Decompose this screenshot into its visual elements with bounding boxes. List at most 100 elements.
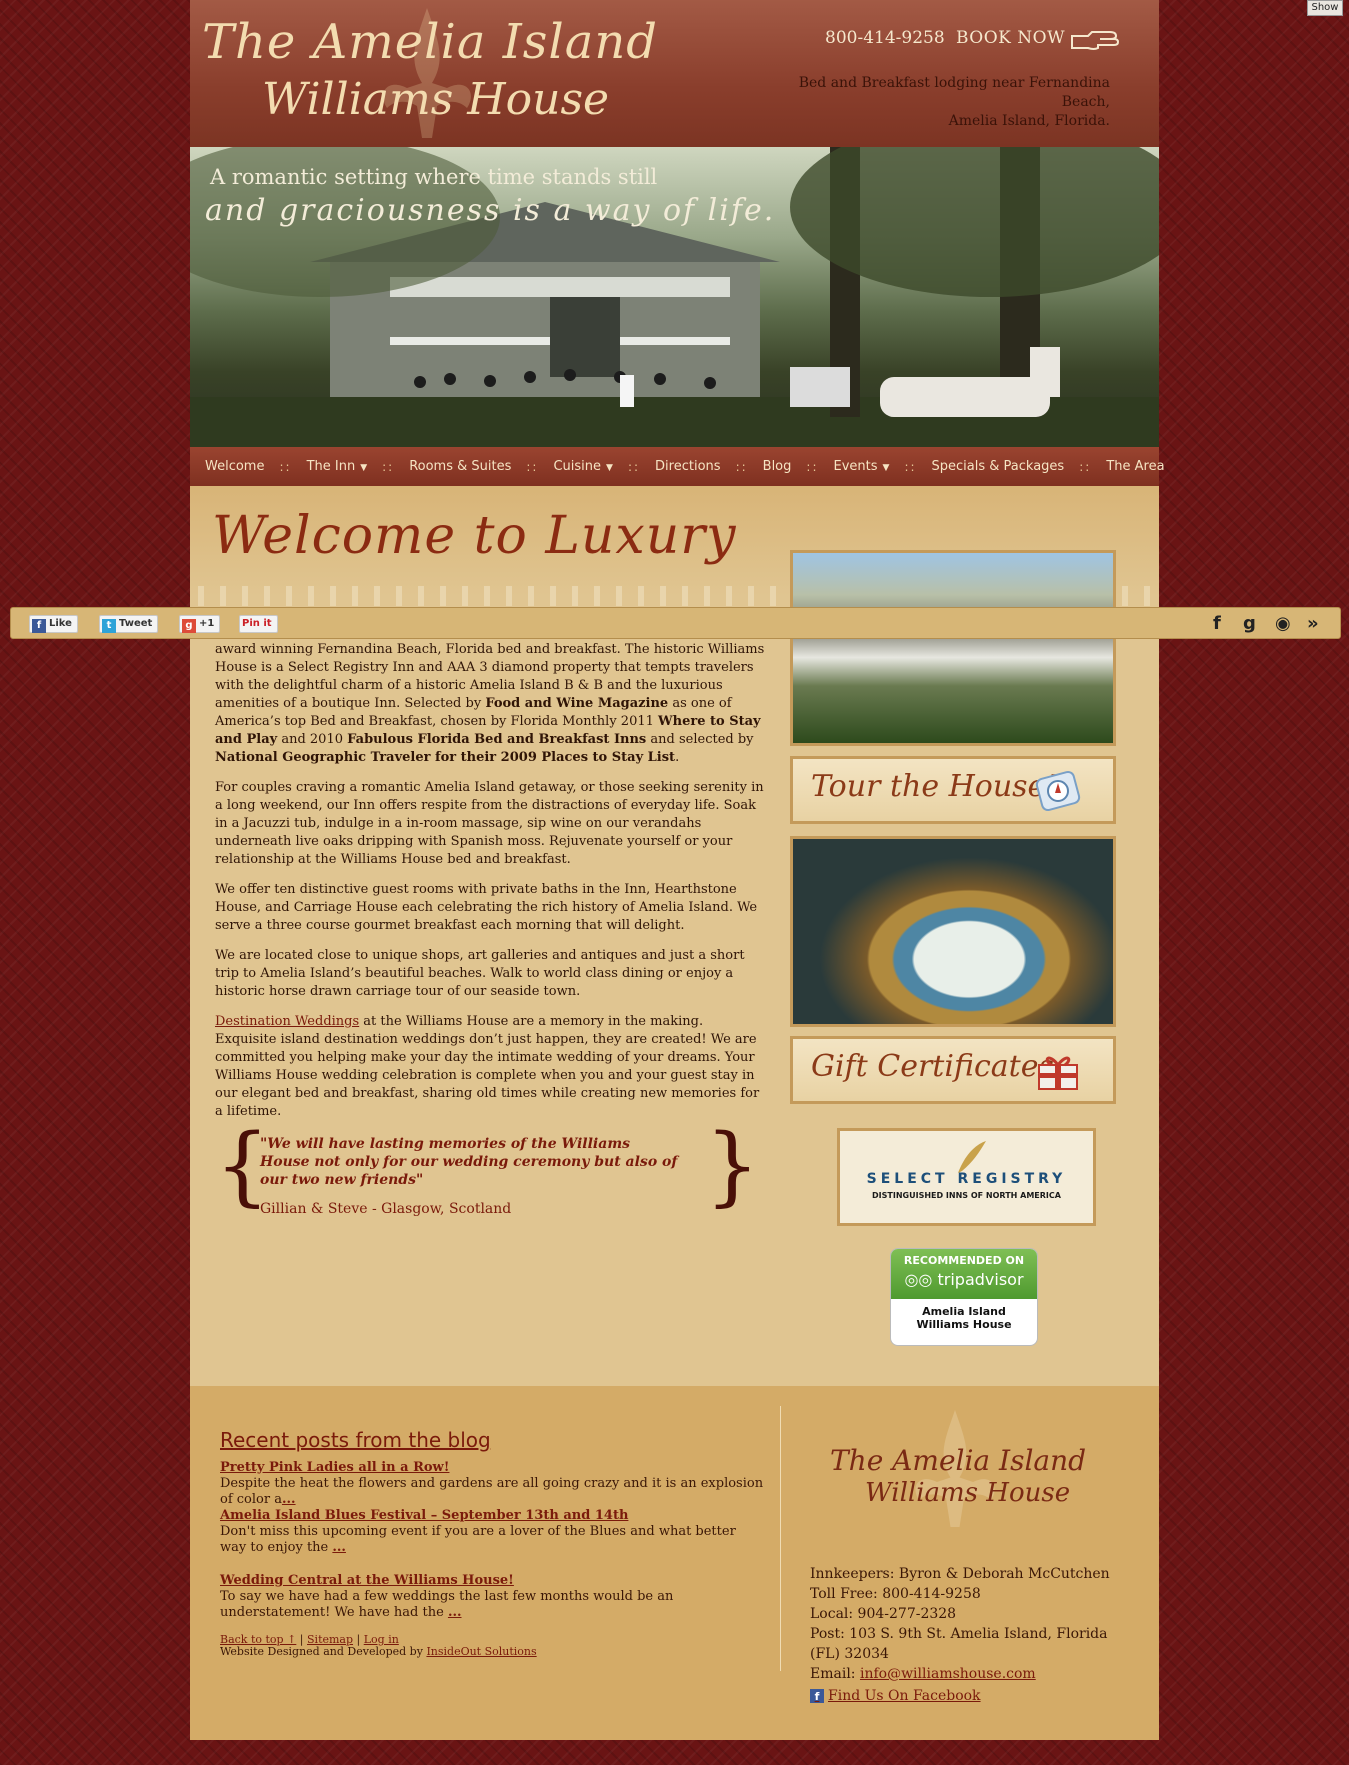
rooms-paragraph: We offer ten distinctive guest rooms wit… [215, 882, 758, 933]
dropdown-caret-icon: ▼ [882, 463, 890, 473]
nav-cuisine[interactable]: Cuisine ▼ [538, 459, 627, 474]
designer-link[interactable]: InsideOut Solutions [426, 1645, 536, 1658]
property-line-1: Amelia Island [922, 1305, 1006, 1318]
blog-post: Amelia Island Blues Festival – September… [220, 1508, 765, 1556]
logo-line-1: The Amelia Island [202, 14, 658, 70]
footer-divider [780, 1406, 781, 1671]
tripadvisor-property: Amelia Island Williams House [891, 1299, 1037, 1331]
excerpt-text: To say we have had a few weddings the la… [220, 1589, 674, 1620]
breakfast-photo[interactable] [790, 836, 1116, 1027]
recommended-label: RECOMMENDED ON [903, 1254, 1025, 1267]
main-nav: Welcome :: The Inn ▼ :: Rooms & Suites ::… [190, 447, 1165, 486]
footer-logo-line-1: The Amelia Island [830, 1444, 1087, 1477]
excerpt-text: Despite the heat the flowers and gardens… [220, 1476, 764, 1507]
more-arrows-icon[interactable]: » [1307, 613, 1319, 634]
google-plus-one-button[interactable]: g +1 [179, 615, 221, 633]
site-logo[interactable]: The Amelia Island Williams House [202, 8, 662, 138]
blog-post-title-link[interactable]: Amelia Island Blues Festival – September… [220, 1508, 765, 1524]
blog-post-title-link[interactable]: Pretty Pink Ladies all in a Row! [220, 1460, 765, 1476]
site-footer: Recent posts from the blog Pretty Pink L… [190, 1386, 1159, 1740]
weddings-text: at the Williams House are a memory in th… [215, 1014, 760, 1119]
nav-directions[interactable]: Directions [640, 459, 736, 474]
rss-icon[interactable]: ◉ [1275, 613, 1291, 634]
intro-paragraph: award winning Fernandina Beach, Florida … [215, 641, 765, 767]
page-title: Welcome to Luxury [212, 506, 737, 566]
social-share-bar: f Like t Tweet g +1 Pin it f g ◉ » [10, 607, 1341, 639]
blog-post: Wedding Central at the Williams House! T… [220, 1573, 765, 1621]
read-more-link[interactable]: ... [282, 1492, 296, 1507]
tagline-line-1: Bed and Breakfast lodging near Fernandin… [798, 75, 1110, 110]
weddings-paragraph: Destination Weddings at the Williams Hou… [215, 1013, 765, 1121]
inn-photo[interactable] [790, 550, 1116, 746]
testimonial-quote: "We will have lasting memories of the Wi… [260, 1136, 678, 1188]
blog-post-excerpt: Despite the heat the flowers and gardens… [220, 1476, 765, 1508]
plus-one-label: +1 [199, 618, 215, 629]
tripadvisor-header: RECOMMENDED ON ◎◎ tripadvisor [891, 1249, 1037, 1299]
facebook-icon: f [32, 619, 46, 633]
innkeepers: Innkeepers: Byron & Deborah McCutchen [810, 1566, 1110, 1582]
facebook-like-button[interactable]: f Like [29, 615, 78, 633]
nav-separator: :: [806, 459, 819, 474]
dropdown-caret-icon: ▼ [606, 463, 613, 473]
excerpt-text: Don't miss this upcoming event if you ar… [220, 1524, 736, 1555]
site-header: The Amelia Island Williams House 800-414… [190, 0, 1159, 147]
email-link[interactable]: info@williamshouse.com [860, 1666, 1036, 1682]
nav-cuisine-label: Cuisine [553, 459, 602, 474]
nav-blog[interactable]: Blog [748, 459, 807, 474]
google-plus-follow-icon[interactable]: g [1243, 613, 1256, 634]
nav-the-inn-label: The Inn [306, 459, 356, 474]
footer-logo-line-2: Williams House [865, 1478, 1071, 1508]
location-paragraph: We are located close to unique shops, ar… [215, 948, 745, 999]
facebook-follow-icon[interactable]: f [1213, 613, 1221, 634]
intro-text: and selected by [646, 732, 754, 747]
select-registry-badge[interactable]: SELECT REGISTRY DISTINGUISHED INNS OF NO… [837, 1128, 1096, 1226]
tripadvisor-logo: ◎◎ tripadvisor [891, 1270, 1037, 1289]
blog-post-title-link[interactable]: Wedding Central at the Williams House! [220, 1573, 765, 1589]
recent-posts-heading[interactable]: Recent posts from the blog [220, 1428, 491, 1452]
pointing-hand-icon[interactable] [1070, 28, 1120, 52]
read-more-link[interactable]: ... [448, 1605, 462, 1620]
header-phone[interactable]: 800-414-9258 [825, 28, 945, 48]
facebook-link[interactable]: f Find Us On Facebook [810, 1688, 981, 1704]
nav-separator: :: [627, 459, 641, 474]
tour-the-house-button[interactable]: Tour the House! [790, 756, 1116, 824]
email-row: Email: info@williamshouse.com [810, 1664, 1110, 1684]
book-now-button[interactable]: BOOK NOW [956, 28, 1065, 48]
destination-weddings-link[interactable]: Destination Weddings [215, 1014, 359, 1029]
nav-specials-packages[interactable]: Specials & Packages [917, 459, 1080, 474]
intro-text: and 2010 [277, 732, 348, 747]
nav-the-area[interactable]: The Area [1091, 459, 1179, 474]
select-registry-subtitle: DISTINGUISHED INNS OF NORTH AMERICA [872, 1191, 1061, 1200]
hero-house-scene [190, 147, 1159, 447]
nav-welcome[interactable]: Welcome [190, 459, 279, 474]
email-label: Email: [810, 1666, 860, 1682]
testimonial: { } "We will have lasting memories of th… [215, 1121, 760, 1224]
hero-banner: A romantic setting where time stands sti… [190, 147, 1159, 447]
nav-events[interactable]: Events ▼ [819, 459, 905, 474]
local-phone: Local: 904-277-2328 [810, 1606, 957, 1622]
nav-the-inn[interactable]: The Inn ▼ [292, 459, 383, 474]
gift-certificates-button[interactable]: Gift Certificates [790, 1036, 1116, 1104]
read-more-link[interactable]: ... [332, 1540, 346, 1555]
show-button[interactable]: Show [1307, 0, 1343, 16]
page-wrapper: The Amelia Island Williams House 800-414… [190, 0, 1165, 1765]
blog-post-excerpt: To say we have had a few weddings the la… [220, 1589, 765, 1621]
logo-line-2: Williams House [262, 74, 610, 125]
tripadvisor-badge[interactable]: RECOMMENDED ON ◎◎ tripadvisor Amelia Isl… [890, 1248, 1038, 1346]
blog-post: Pretty Pink Ladies all in a Row! Despite… [220, 1460, 765, 1508]
couples-paragraph: For couples craving a romantic Amelia Is… [215, 780, 764, 867]
pinterest-button[interactable]: Pin it [239, 615, 278, 633]
gift-label: Gift Certificates [811, 1049, 1054, 1084]
award-national-geographic: National Geographic Traveler for their 2… [215, 750, 676, 765]
close-brace-icon: } [705, 1116, 760, 1216]
google-plus-icon: g [182, 619, 196, 633]
tweet-label: Tweet [119, 618, 153, 629]
nav-separator: :: [735, 459, 748, 474]
tweet-button[interactable]: t Tweet [99, 615, 159, 633]
blog-post-excerpt: Don't miss this upcoming event if you ar… [220, 1524, 765, 1556]
nav-rooms-suites[interactable]: Rooms & Suites [394, 459, 526, 474]
toll-free-phone: Toll Free: 800-414-9258 [810, 1586, 981, 1602]
intro-text: . [675, 750, 680, 765]
gift-box-icon [1038, 1056, 1078, 1090]
header-tagline: Bed and Breakfast lodging near Fernandin… [750, 74, 1110, 131]
